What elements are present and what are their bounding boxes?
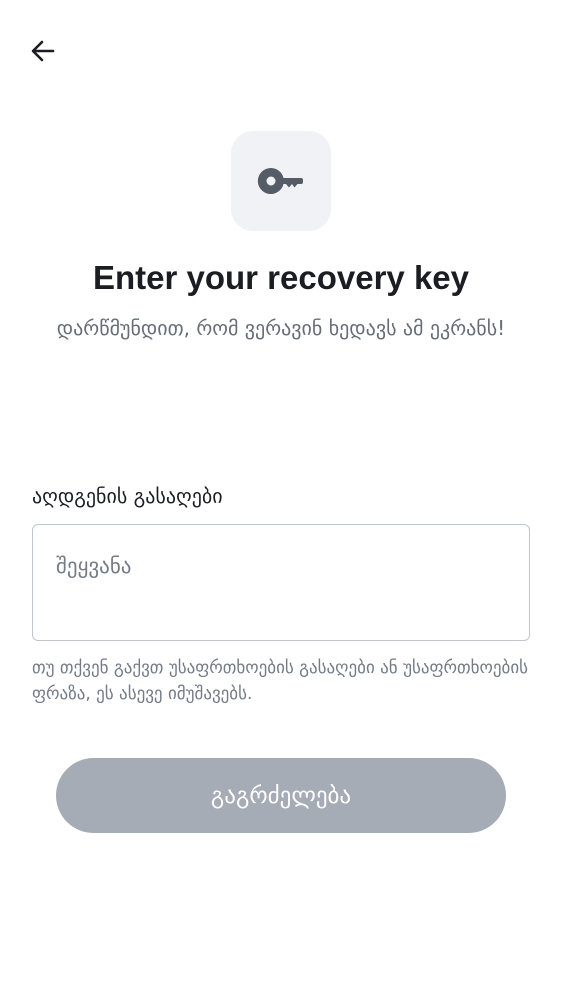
back-button[interactable] bbox=[20, 28, 66, 74]
arrow-left-icon bbox=[31, 40, 55, 62]
key-icon bbox=[257, 167, 303, 194]
key-icon-tile bbox=[231, 131, 331, 231]
page-subtitle: დარწმუნდით, რომ ვერავინ ხედავს ამ ეკრანს… bbox=[56, 316, 506, 340]
recovery-key-input[interactable] bbox=[33, 525, 529, 640]
recovery-key-label: აღდგენის გასაღები bbox=[32, 484, 223, 508]
recovery-key-field[interactable] bbox=[32, 524, 530, 641]
continue-button[interactable]: გაგრძელება bbox=[56, 758, 506, 833]
helper-text: თუ თქვენ გაქვთ უსაფრთხოების გასაღები ან … bbox=[32, 658, 529, 704]
page-title: Enter your recovery key bbox=[92, 259, 470, 296]
